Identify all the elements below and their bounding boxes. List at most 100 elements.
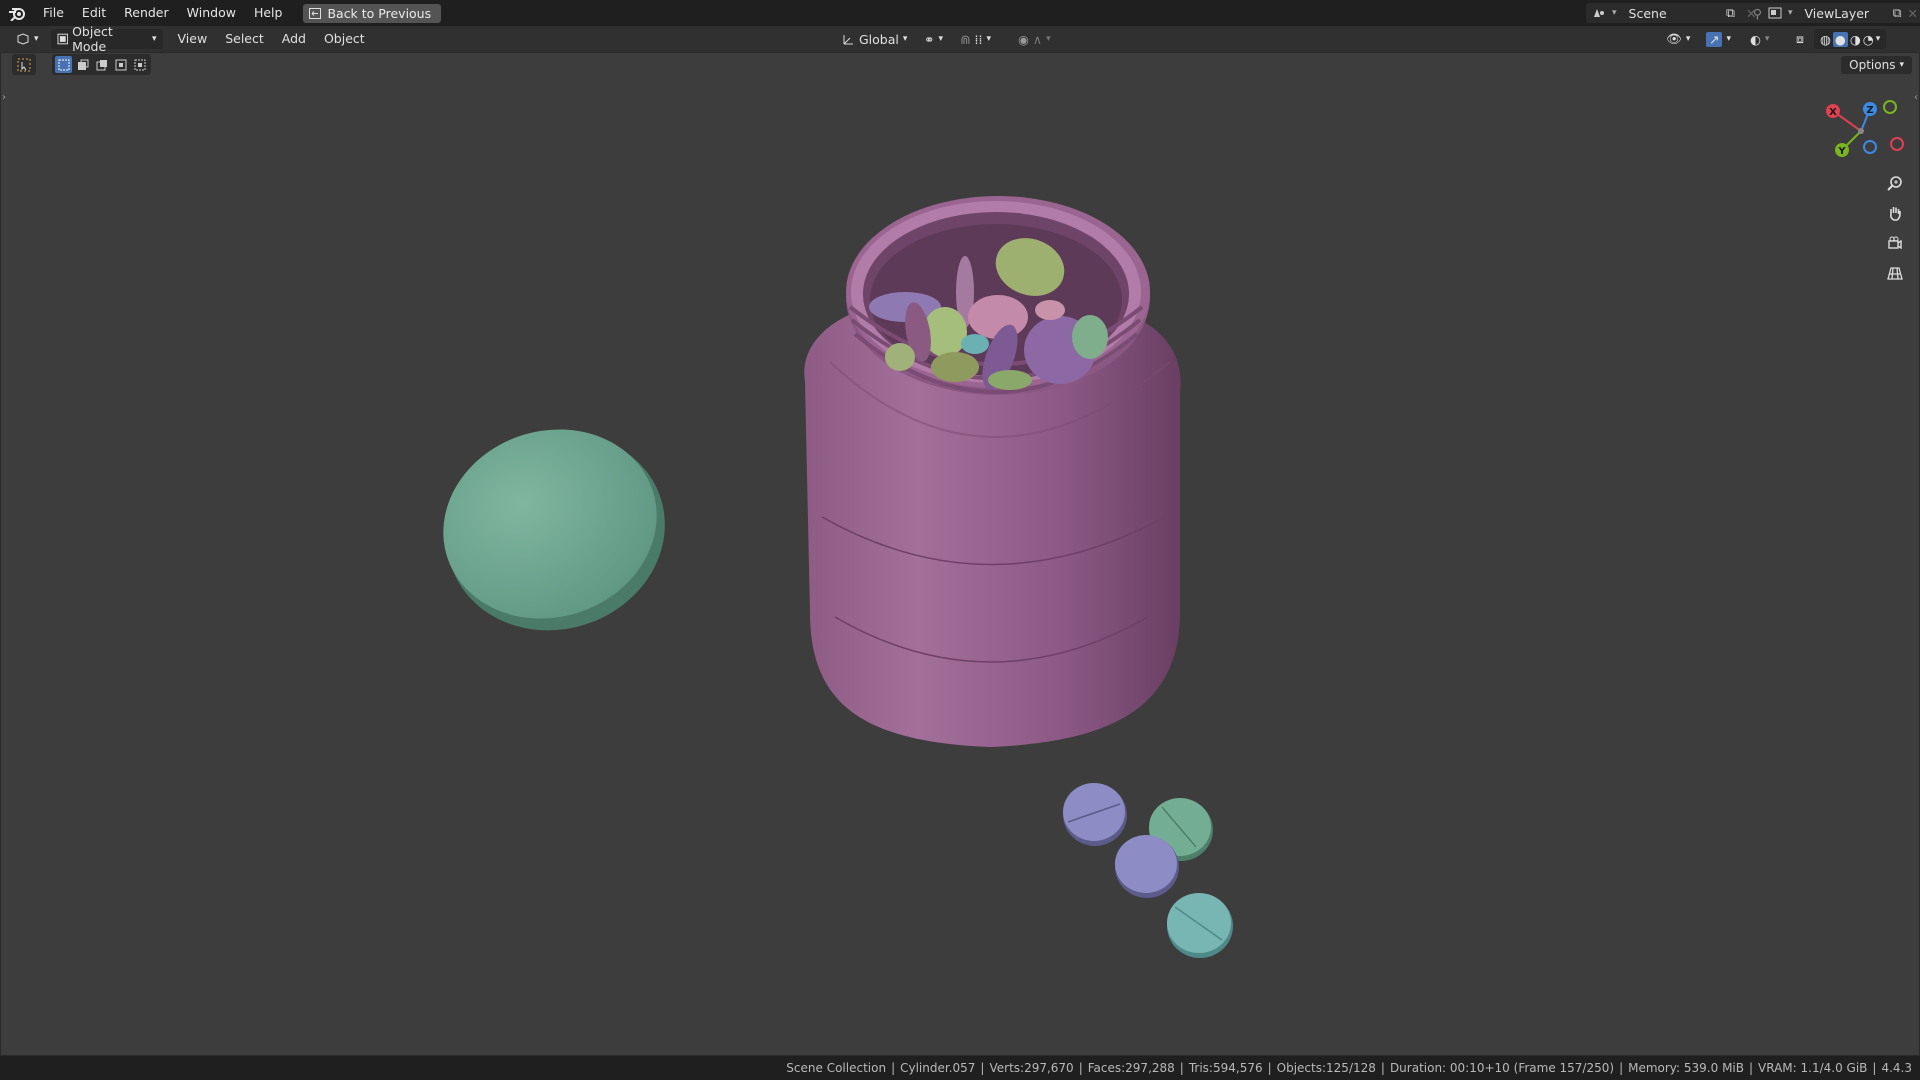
- close-scene-icon[interactable]: ✕: [1740, 3, 1762, 23]
- status-version: 4.4.3: [1881, 1061, 1912, 1075]
- select-invert-icon[interactable]: [112, 56, 129, 73]
- chevron-down-icon: ▾: [34, 34, 39, 44]
- menu-add[interactable]: Add: [273, 26, 315, 52]
- navigation-gizmo[interactable]: Z X Y: [1818, 96, 1904, 166]
- chevron-down-icon: ▾: [938, 34, 944, 44]
- neg-y-axis-handle[interactable]: [1883, 100, 1897, 114]
- y-axis-label: Y: [1837, 146, 1846, 157]
- eye-icon: 👁: [1666, 31, 1682, 46]
- scene-name[interactable]: Scene: [1629, 6, 1667, 21]
- proportional-editing-toggle[interactable]: ◉ ∧ ▾: [1012, 29, 1057, 49]
- new-view-layer-icon[interactable]: ⧉: [1893, 5, 1902, 21]
- options-button[interactable]: Options ▾: [1841, 56, 1912, 74]
- sidebar-expand-icon[interactable]: ‹: [1914, 92, 1918, 103]
- chevron-down-icon: ▾: [152, 34, 157, 44]
- menu-window[interactable]: Window: [178, 0, 245, 26]
- neg-x-axis-handle[interactable]: [1890, 137, 1904, 151]
- view-layer-icon: [1768, 7, 1782, 19]
- magnet-icon: ⋒: [960, 31, 971, 47]
- menu-select[interactable]: Select: [216, 26, 273, 52]
- viewport-header: ▾ Object Mode ▾ View Select Add Object G…: [0, 24, 1920, 54]
- chevron-down-icon: ▾: [1046, 34, 1051, 44]
- proportional-edit-icon: ◉: [1018, 31, 1029, 47]
- pan-hand-icon[interactable]: [1882, 200, 1908, 226]
- overlays-toggle[interactable]: ◐ ▾: [1744, 29, 1775, 49]
- pill-jar[interactable]: [804, 196, 1181, 747]
- menu-help[interactable]: Help: [245, 0, 292, 26]
- select-tool-button[interactable]: [12, 54, 36, 75]
- chevron-down-icon: ▾: [1764, 34, 1770, 44]
- chevron-down-icon: ▾: [986, 34, 991, 44]
- status-duration: Duration: 00:10+10 (Frame 157/250): [1389, 1061, 1615, 1075]
- selection-mode-group[interactable]: [52, 54, 151, 75]
- menu-edit[interactable]: Edit: [73, 0, 115, 26]
- pill-teal-1[interactable]: [1167, 893, 1233, 958]
- gizmo-toggle[interactable]: ↗ ▾: [1700, 29, 1737, 49]
- shading-modes[interactable]: ◍ ● ◑ ◔ ▾: [1814, 29, 1887, 49]
- wireframe-shading-icon[interactable]: ◍: [1820, 32, 1831, 47]
- status-objects: Objects:125/128: [1276, 1061, 1376, 1075]
- close-view-layer-icon[interactable]: ✕: [1908, 6, 1918, 21]
- editor-type-button[interactable]: ▾: [10, 29, 45, 49]
- menu-object[interactable]: Object: [315, 26, 374, 52]
- chevron-down-icon: ▾: [1685, 34, 1691, 44]
- bottle-cap[interactable]: [419, 402, 691, 658]
- blender-logo-icon[interactable]: [0, 0, 34, 26]
- scene-render[interactable]: [0, 52, 1920, 1056]
- status-memory: Memory: 539.0 MiB: [1628, 1061, 1744, 1075]
- camera-view-icon[interactable]: [1882, 230, 1908, 256]
- select-intersect-icon[interactable]: [131, 56, 148, 73]
- menu-file[interactable]: File: [34, 0, 73, 26]
- chevron-down-icon: ▾: [1788, 8, 1793, 18]
- view-layer-name[interactable]: ViewLayer: [1805, 6, 1870, 21]
- back-icon: [309, 7, 322, 19]
- snap-toggle[interactable]: ⋒ ⁞⁞ ▾: [954, 29, 997, 49]
- menu-view[interactable]: View: [169, 26, 217, 52]
- mode-label: Object Mode: [72, 24, 113, 54]
- view-layer-selector[interactable]: ▾ ViewLayer ⧉ ✕: [1762, 3, 1920, 23]
- options-label: Options: [1849, 58, 1896, 72]
- chevron-down-icon: ▾: [1899, 60, 1904, 70]
- neg-z-axis-handle[interactable]: [1863, 140, 1877, 154]
- viewport-tool-row: [12, 54, 151, 75]
- xray-toggle[interactable]: ⧈: [1790, 29, 1810, 49]
- mode-selector[interactable]: Object Mode ▾: [50, 24, 163, 54]
- falloff-icon: ∧: [1032, 31, 1043, 47]
- visibility-selector[interactable]: 👁 ▾: [1660, 29, 1696, 49]
- transform-orientation-selector[interactable]: Global ▾: [836, 29, 913, 49]
- perspective-grid-icon[interactable]: [1882, 260, 1908, 286]
- zoom-icon[interactable]: [1882, 170, 1908, 196]
- scattered-pills[interactable]: [1063, 783, 1233, 958]
- z-axis-label: Z: [1866, 105, 1873, 116]
- toolbar-expand-icon[interactable]: ›: [2, 92, 6, 103]
- x-axis-label: X: [1829, 107, 1837, 118]
- back-to-previous-button[interactable]: Back to Previous: [303, 3, 442, 23]
- chevron-down-icon: ▾: [1875, 34, 1881, 44]
- material-shading-icon[interactable]: ◑: [1850, 32, 1861, 47]
- overlays-icon: ◐: [1750, 31, 1761, 47]
- snap-grid-icon: ⁞⁞: [974, 31, 983, 47]
- status-active-object: Cylinder.057: [900, 1061, 976, 1075]
- solid-shading-icon[interactable]: ●: [1832, 31, 1848, 47]
- gizmo-icon: ↗: [1706, 31, 1723, 47]
- pivot-icon: ⚭: [924, 31, 935, 47]
- transform-orientation-label: Global: [859, 31, 899, 47]
- pivot-point-selector[interactable]: ⚭ ▾: [918, 29, 949, 49]
- status-vram: VRAM: 1.1/4.0 GiB: [1758, 1061, 1868, 1075]
- 3d-viewport-icon: [17, 33, 29, 45]
- rendered-shading-icon[interactable]: ◔: [1863, 32, 1874, 47]
- chevron-down-icon: ▾: [902, 34, 908, 44]
- menu-render[interactable]: Render: [115, 0, 178, 26]
- status-verts: Verts:297,670: [989, 1061, 1074, 1075]
- select-extend-icon[interactable]: [74, 56, 91, 73]
- pill-purple-1[interactable]: [1063, 783, 1127, 846]
- status-tris: Tris:594,576: [1188, 1061, 1263, 1075]
- xray-icon: ⧈: [1796, 31, 1804, 46]
- status-faces: Faces:297,288: [1087, 1061, 1175, 1075]
- object-mode-icon: [57, 33, 68, 45]
- select-new-icon[interactable]: [55, 56, 72, 73]
- scene-icon: [1594, 9, 1604, 17]
- back-to-previous-label: Back to Previous: [327, 5, 432, 21]
- select-subtract-icon[interactable]: [93, 56, 110, 73]
- global-axes-icon: [843, 34, 853, 44]
